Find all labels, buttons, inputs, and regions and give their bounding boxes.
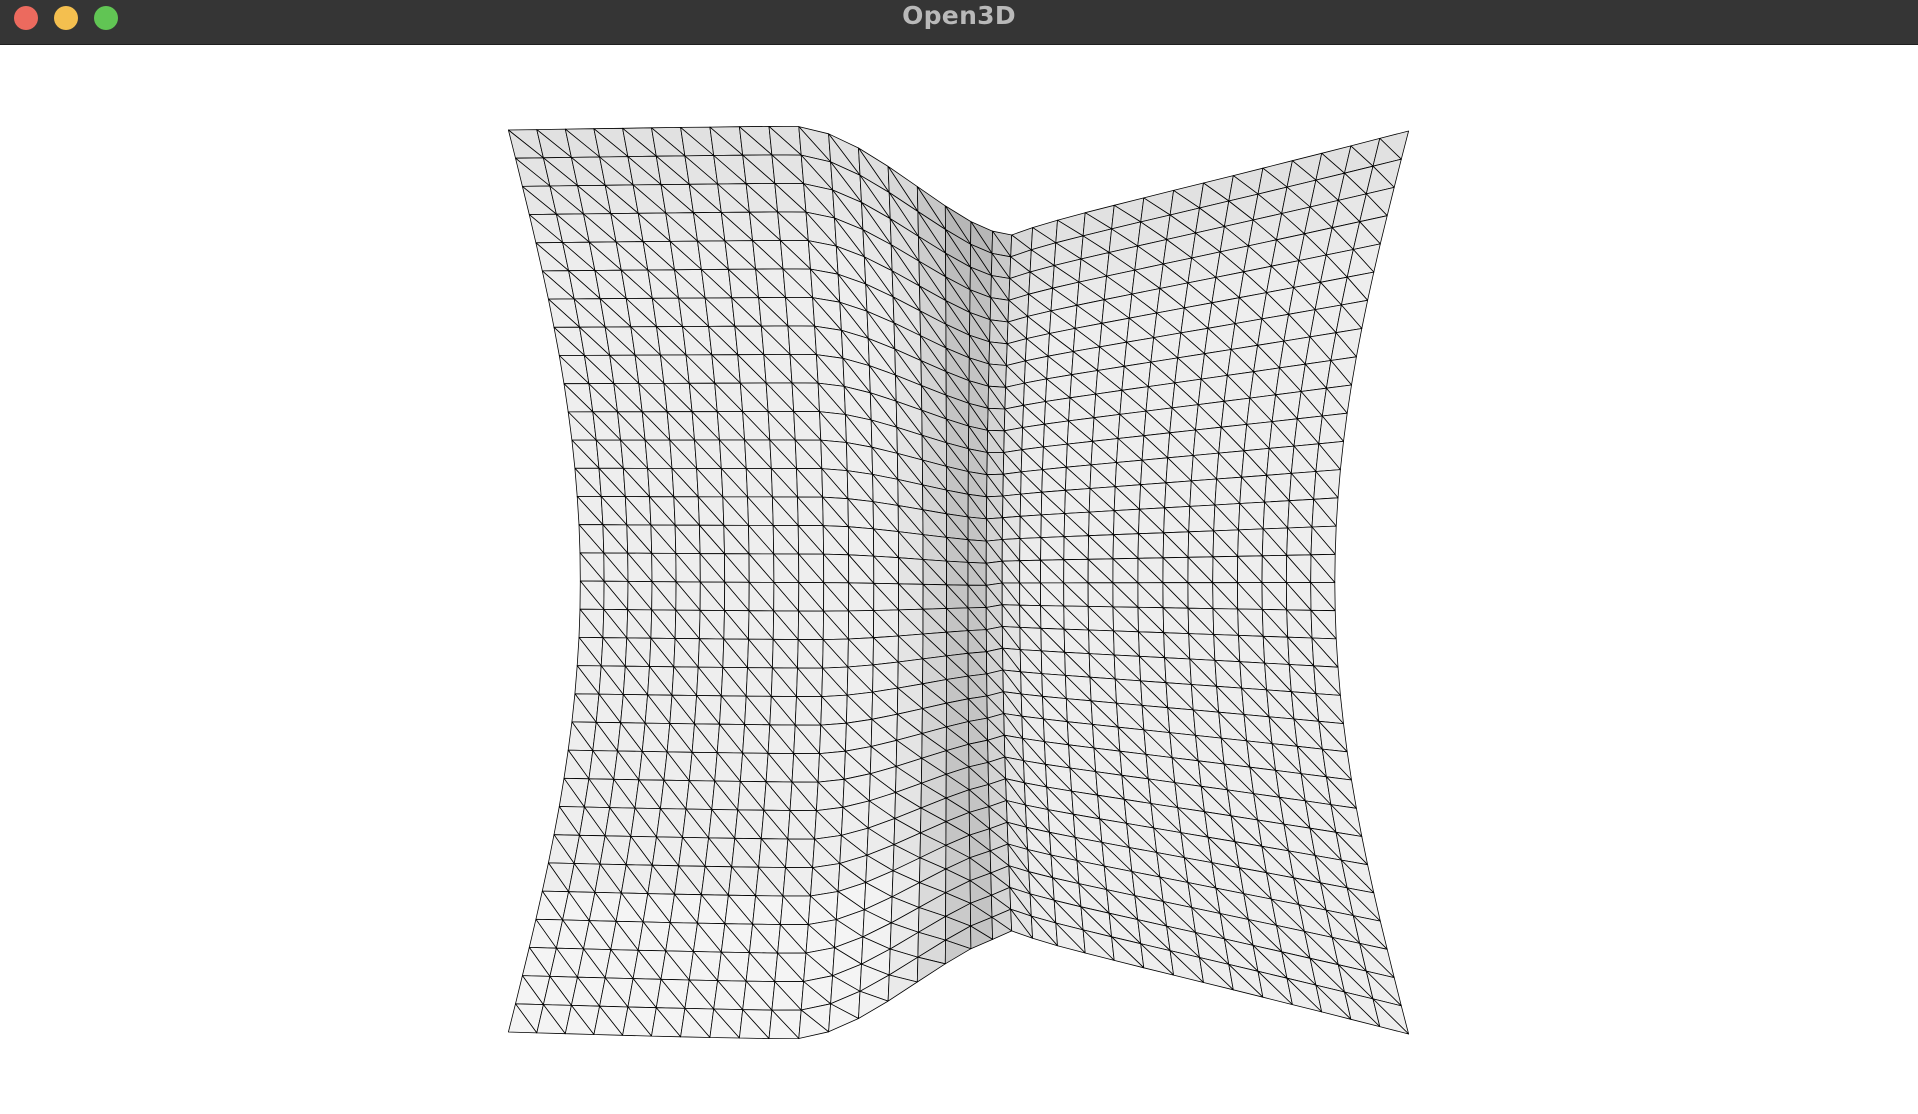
open3d-window: Open3D bbox=[0, 0, 1918, 1114]
mesh-render[interactable] bbox=[0, 45, 1918, 1114]
title-bar[interactable]: Open3D bbox=[0, 0, 1918, 45]
window-title: Open3D bbox=[902, 1, 1016, 30]
triangle-mesh bbox=[507, 126, 1409, 1039]
3d-viewport[interactable] bbox=[0, 45, 1918, 1114]
